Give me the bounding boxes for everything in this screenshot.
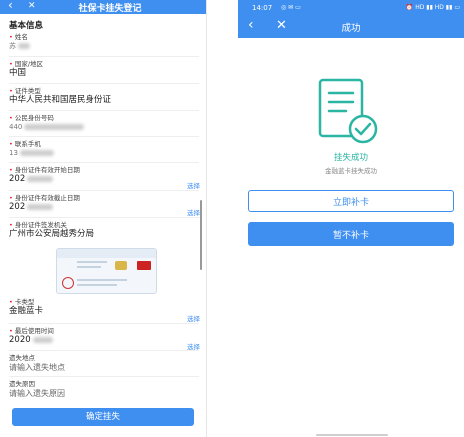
- valid-start-label: 身份证件有效开始日期: [14, 166, 80, 174]
- name-field: • 姓名 苏: [9, 33, 199, 52]
- country-value: 中国: [9, 68, 27, 78]
- country-field[interactable]: • 国家/地区 中国: [9, 60, 199, 79]
- valid-start-field[interactable]: • 身份证件有效开始日期 202: [9, 166, 199, 185]
- result-subtitle: 金融蓝卡挂失成功: [325, 167, 377, 175]
- loss-reason-field: 遗失原因 请输入遗失原因: [9, 380, 199, 399]
- id-card-photo[interactable]: [56, 248, 157, 294]
- loss-reason-input[interactable]: 请输入遗失原因: [9, 388, 199, 399]
- section-title: 基本信息: [9, 21, 44, 31]
- last-used-value: 2020: [9, 335, 31, 345]
- country-label: 国家/地区: [14, 60, 44, 68]
- reissue-now-button[interactable]: 立即补卡: [248, 190, 454, 212]
- valid-end-label: 身份证件有效截止日期: [14, 194, 80, 202]
- phone-value: 13: [9, 149, 18, 157]
- id-number-field: • 公民身份号码 440: [9, 114, 199, 133]
- status-left-icons: ◎ ✉ ▭: [281, 4, 301, 11]
- loss-place-input[interactable]: 请输入遗失地点: [9, 362, 199, 373]
- id-type-field[interactable]: • 证件类型 中华人民共和国居民身份证: [9, 87, 199, 106]
- page-title: 社保卡挂失登记: [78, 4, 142, 14]
- valid-start-select[interactable]: 选择: [187, 180, 200, 190]
- valid-start-value: 202: [9, 174, 26, 184]
- id-number-label: 公民身份号码: [14, 114, 54, 122]
- issuer-field[interactable]: • 身份证件签发机关 广州市公安局越秀分局: [9, 221, 199, 240]
- success-screen: 14:07 ◎ ✉ ▭ ⏰ HD ▮▮ HD ▮▮ ▭ ‹ ✕ 成功 挂失成功 …: [238, 0, 464, 437]
- loss-registration-screen: ‹ ✕ 社保卡挂失登记 基本信息 • 姓名 苏 • 国家/地区 中国 • 证件类型 中…: [0, 0, 207, 437]
- last-used-label: 最后使用时间: [14, 327, 54, 335]
- card-type-value: 金融蓝卡: [9, 306, 44, 316]
- name-value: 苏: [9, 42, 16, 50]
- phone-label: 联系手机: [14, 140, 41, 148]
- home-indicator[interactable]: [316, 434, 388, 436]
- success-document-icon: [318, 78, 378, 144]
- issuer-label: 身份证件签发机关: [14, 221, 67, 229]
- name-label: 姓名: [14, 33, 28, 41]
- issuer-value: 广州市公安局越秀分局: [9, 229, 95, 239]
- id-type-label: 证件类型: [14, 87, 41, 95]
- phone-field[interactable]: • 联系手机 13: [9, 140, 199, 159]
- card-type-label: 卡类型: [14, 298, 35, 306]
- card-type-select[interactable]: 选择: [187, 313, 200, 323]
- back-icon[interactable]: ‹: [8, 0, 13, 12]
- loss-place-field: 遗失地点 请输入遗失地点: [9, 354, 199, 373]
- status-time: 14:07: [252, 4, 273, 12]
- loss-place-label: 遗失地点: [9, 354, 35, 362]
- card-chip-icon: [115, 261, 127, 270]
- unionpay-logo-icon: [137, 261, 151, 270]
- status-right-icons: ⏰ HD ▮▮ HD ▮▮ ▭: [405, 4, 460, 11]
- status-bar: 14:07 ◎ ✉ ▭ ⏰ HD ▮▮ HD ▮▮ ▭: [238, 0, 464, 16]
- seal-icon: [62, 277, 74, 289]
- last-used-field[interactable]: • 最后使用时间 2020: [9, 327, 199, 346]
- loss-reason-label: 遗失原因: [9, 380, 35, 388]
- confirm-loss-button[interactable]: 确定挂失: [12, 408, 194, 426]
- scrollbar[interactable]: [200, 200, 202, 270]
- id-number-value: 440: [9, 123, 23, 131]
- valid-end-field[interactable]: • 身份证件有效截止日期 202: [9, 194, 199, 213]
- id-type-value: 中华人民共和国居民身份证: [9, 95, 112, 105]
- skip-reissue-button[interactable]: 暂不补卡: [248, 222, 454, 246]
- result-title: 挂失成功: [333, 153, 368, 163]
- valid-end-select[interactable]: 选择: [187, 207, 200, 217]
- registration-header: ‹ ✕ 社保卡挂失登记: [0, 0, 206, 14]
- nav-bar: ‹ ✕ 成功: [238, 16, 464, 38]
- card-type-field[interactable]: • 卡类型 金融蓝卡: [9, 298, 199, 317]
- close-icon[interactable]: ✕: [28, 1, 36, 11]
- valid-end-value: 202: [9, 202, 26, 212]
- nav-title: 成功: [341, 23, 361, 34]
